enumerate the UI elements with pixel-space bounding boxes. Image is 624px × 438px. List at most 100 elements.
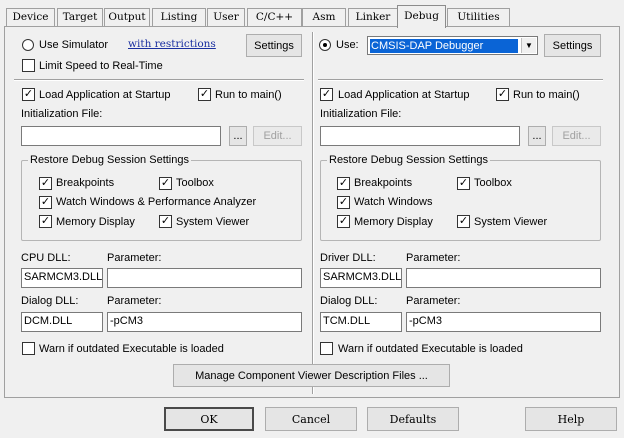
left-init-file-input[interactable] [21, 126, 221, 146]
left-system-viewer-label: System Viewer [176, 216, 250, 228]
tab-utilities[interactable]: Utilities [447, 8, 510, 27]
right-system-viewer-label: System Viewer [474, 216, 548, 228]
right-memory-display-label: Memory Display [354, 216, 433, 228]
tab-asm[interactable]: Asm [302, 8, 346, 27]
left-edit-button[interactable]: Edit... [253, 126, 302, 146]
check-icon: ✓ [497, 88, 508, 100]
tab-device[interactable]: Device [6, 8, 55, 27]
left-dialog-dll-label: Dialog DLL: [21, 295, 79, 307]
left-breakpoints-checkbox[interactable]: ✓ [39, 177, 52, 190]
with-restrictions-link[interactable]: with restrictions [128, 38, 216, 50]
left-dll-param-input[interactable] [107, 268, 302, 288]
check-icon: ✓ [160, 177, 171, 189]
debugger-select[interactable]: CMSIS-DAP Debugger ▼ [367, 36, 538, 55]
check-icon: ✓ [338, 177, 349, 189]
left-memory-display-checkbox[interactable]: ✓ [39, 215, 52, 228]
check-icon: ✓ [199, 88, 210, 100]
left-load-app-checkbox[interactable]: ✓ [22, 88, 35, 101]
left-run-to-main-checkbox[interactable]: ✓ [198, 88, 211, 101]
left-dll-param-label: Parameter: [107, 252, 162, 264]
defaults-button[interactable]: Defaults [367, 407, 459, 431]
tab-listing[interactable]: Listing [152, 8, 206, 27]
right-watch-windows-label: Watch Windows [354, 196, 433, 208]
check-icon: ✓ [40, 215, 51, 227]
check-icon: ✓ [40, 177, 51, 189]
left-watch-windows-checkbox[interactable]: ✓ [39, 196, 52, 209]
check-icon: ✓ [338, 196, 349, 208]
right-warn-outdated-checkbox[interactable] [320, 342, 333, 355]
check-icon: ✓ [458, 215, 469, 227]
column-divider [312, 32, 314, 394]
right-init-file-label: Initialization File: [320, 108, 402, 120]
debugger-settings-button[interactable]: Settings [544, 34, 601, 57]
check-icon: ✓ [160, 215, 171, 227]
left-init-file-label: Initialization File: [21, 108, 103, 120]
left-breakpoints-label: Breakpoints [56, 177, 115, 189]
left-dll-input[interactable]: SARMCM3.DLL [21, 268, 103, 288]
use-debugger-radio[interactable] [319, 39, 331, 51]
right-breakpoints-label: Breakpoints [354, 177, 413, 189]
left-run-to-main-label: Run to main() [215, 89, 282, 101]
left-memory-display-label: Memory Display [56, 216, 135, 228]
right-edit-button[interactable]: Edit... [552, 126, 601, 146]
left-toolbox-label: Toolbox [176, 177, 214, 189]
left-dialog-param-input[interactable]: -pCM3 [107, 312, 302, 332]
left-dialog-dll-input[interactable]: DCM.DLL [21, 312, 103, 332]
left-load-app-label: Load Application at Startup [39, 89, 171, 101]
tab-debug[interactable]: Debug [397, 5, 446, 28]
tab-output[interactable]: Output [104, 8, 150, 27]
left-separator [14, 79, 304, 81]
left-warn-outdated-label: Warn if outdated Executable is loaded [39, 343, 224, 355]
right-restore-group-title: Restore Debug Session Settings [327, 154, 490, 167]
help-button[interactable]: Help [525, 407, 617, 431]
right-browse-button[interactable]: ... [528, 126, 546, 146]
check-icon: ✓ [458, 177, 469, 189]
right-watch-windows-checkbox[interactable]: ✓ [337, 196, 350, 209]
tab-user[interactable]: User [207, 8, 245, 27]
left-restore-group-title: Restore Debug Session Settings [28, 154, 191, 167]
right-toolbox-label: Toolbox [474, 177, 512, 189]
right-dll-input[interactable]: SARMCM3.DLL [320, 268, 402, 288]
limit-speed-label: Limit Speed to Real-Time [39, 60, 163, 72]
left-system-viewer-checkbox[interactable]: ✓ [159, 215, 172, 228]
check-icon: ✓ [321, 88, 332, 100]
right-breakpoints-checkbox[interactable]: ✓ [337, 177, 350, 190]
check-icon: ✓ [338, 215, 349, 227]
right-separator [318, 79, 603, 81]
check-icon: ✓ [40, 196, 51, 208]
right-dialog-param-input[interactable]: -pCM3 [406, 312, 601, 332]
chevron-down-icon[interactable]: ▼ [521, 38, 536, 53]
limit-speed-checkbox[interactable] [22, 59, 35, 72]
use-simulator-label: Use Simulator [39, 39, 109, 51]
right-run-to-main-label: Run to main() [513, 89, 580, 101]
tab-target[interactable]: Target [57, 8, 103, 27]
ok-button[interactable]: OK [164, 407, 254, 431]
right-dialog-dll-input[interactable]: TCM.DLL [320, 312, 402, 332]
right-load-app-label: Load Application at Startup [338, 89, 470, 101]
right-system-viewer-checkbox[interactable]: ✓ [457, 215, 470, 228]
right-run-to-main-checkbox[interactable]: ✓ [496, 88, 509, 101]
use-simulator-radio[interactable] [22, 39, 34, 51]
right-toolbox-checkbox[interactable]: ✓ [457, 177, 470, 190]
debugger-select-value: CMSIS-DAP Debugger [370, 39, 518, 53]
right-memory-display-checkbox[interactable]: ✓ [337, 215, 350, 228]
left-warn-outdated-checkbox[interactable] [22, 342, 35, 355]
left-dll-label: CPU DLL: [21, 252, 71, 264]
tab-c-cpp[interactable]: C/C++ [247, 8, 302, 27]
simulator-settings-button[interactable]: Settings [246, 34, 302, 57]
right-dll-label: Driver DLL: [320, 252, 376, 264]
manage-component-viewer-button[interactable]: Manage Component Viewer Description File… [173, 364, 450, 387]
left-toolbox-checkbox[interactable]: ✓ [159, 177, 172, 190]
right-init-file-input[interactable] [320, 126, 520, 146]
right-load-app-checkbox[interactable]: ✓ [320, 88, 333, 101]
right-dialog-dll-label: Dialog DLL: [320, 295, 378, 307]
check-icon: ✓ [23, 88, 34, 100]
tab-linker[interactable]: Linker [348, 8, 398, 27]
right-dll-param-input[interactable] [406, 268, 601, 288]
cancel-button[interactable]: Cancel [265, 407, 357, 431]
right-dialog-param-label: Parameter: [406, 295, 461, 307]
use-debugger-label: Use: [336, 39, 359, 51]
right-warn-outdated-label: Warn if outdated Executable is loaded [338, 343, 523, 355]
left-dialog-param-label: Parameter: [107, 295, 162, 307]
left-browse-button[interactable]: ... [229, 126, 247, 146]
